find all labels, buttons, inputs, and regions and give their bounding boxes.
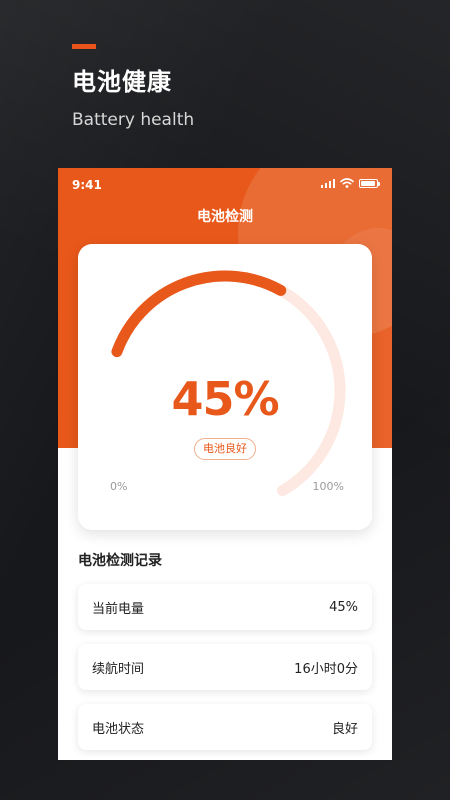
- hero-subtitle: Battery health: [72, 110, 195, 130]
- battery-icon: [359, 178, 380, 188]
- gauge-max-label: 100%: [312, 480, 344, 493]
- gauge-card: 45% 电池良好 0% 100%: [78, 244, 372, 530]
- gauge-min-label: 0%: [110, 480, 128, 493]
- record-value: 良好: [331, 721, 358, 737]
- page-title: 电池检测: [197, 209, 253, 225]
- hero-title: 电池健康: [72, 68, 172, 96]
- gauge-fill: [111, 270, 287, 358]
- record-label: 电池状态: [92, 721, 145, 737]
- accent-bar: [72, 44, 96, 49]
- records-list: 当前电量 45% 续航时间 16小时0分 电池状态 良好: [78, 584, 372, 760]
- records-title: 电池检测记录: [78, 553, 162, 569]
- record-value: 45%: [329, 599, 358, 615]
- wifi-icon: [340, 178, 354, 188]
- phone-screen: 9:41 电池检测 45% 电池良好 0% 100% 电池检测记录 当前电量 4…: [58, 168, 392, 760]
- battery-percent: 45%: [171, 372, 279, 426]
- status-time: 9:41: [72, 178, 102, 192]
- record-label: 当前电量: [92, 601, 145, 617]
- status-icons: [320, 178, 380, 188]
- record-label: 续航时间: [92, 661, 145, 677]
- signal-icon: [320, 178, 335, 188]
- record-battery-status[interactable]: 电池状态 良好: [78, 704, 372, 750]
- status-bar: 9:41: [58, 168, 392, 202]
- record-battery-life[interactable]: 续航时间 16小时0分: [78, 644, 372, 690]
- record-current-charge[interactable]: 当前电量 45%: [78, 584, 372, 630]
- status-badge: 电池良好: [194, 438, 256, 460]
- record-value: 16小时0分: [294, 661, 358, 677]
